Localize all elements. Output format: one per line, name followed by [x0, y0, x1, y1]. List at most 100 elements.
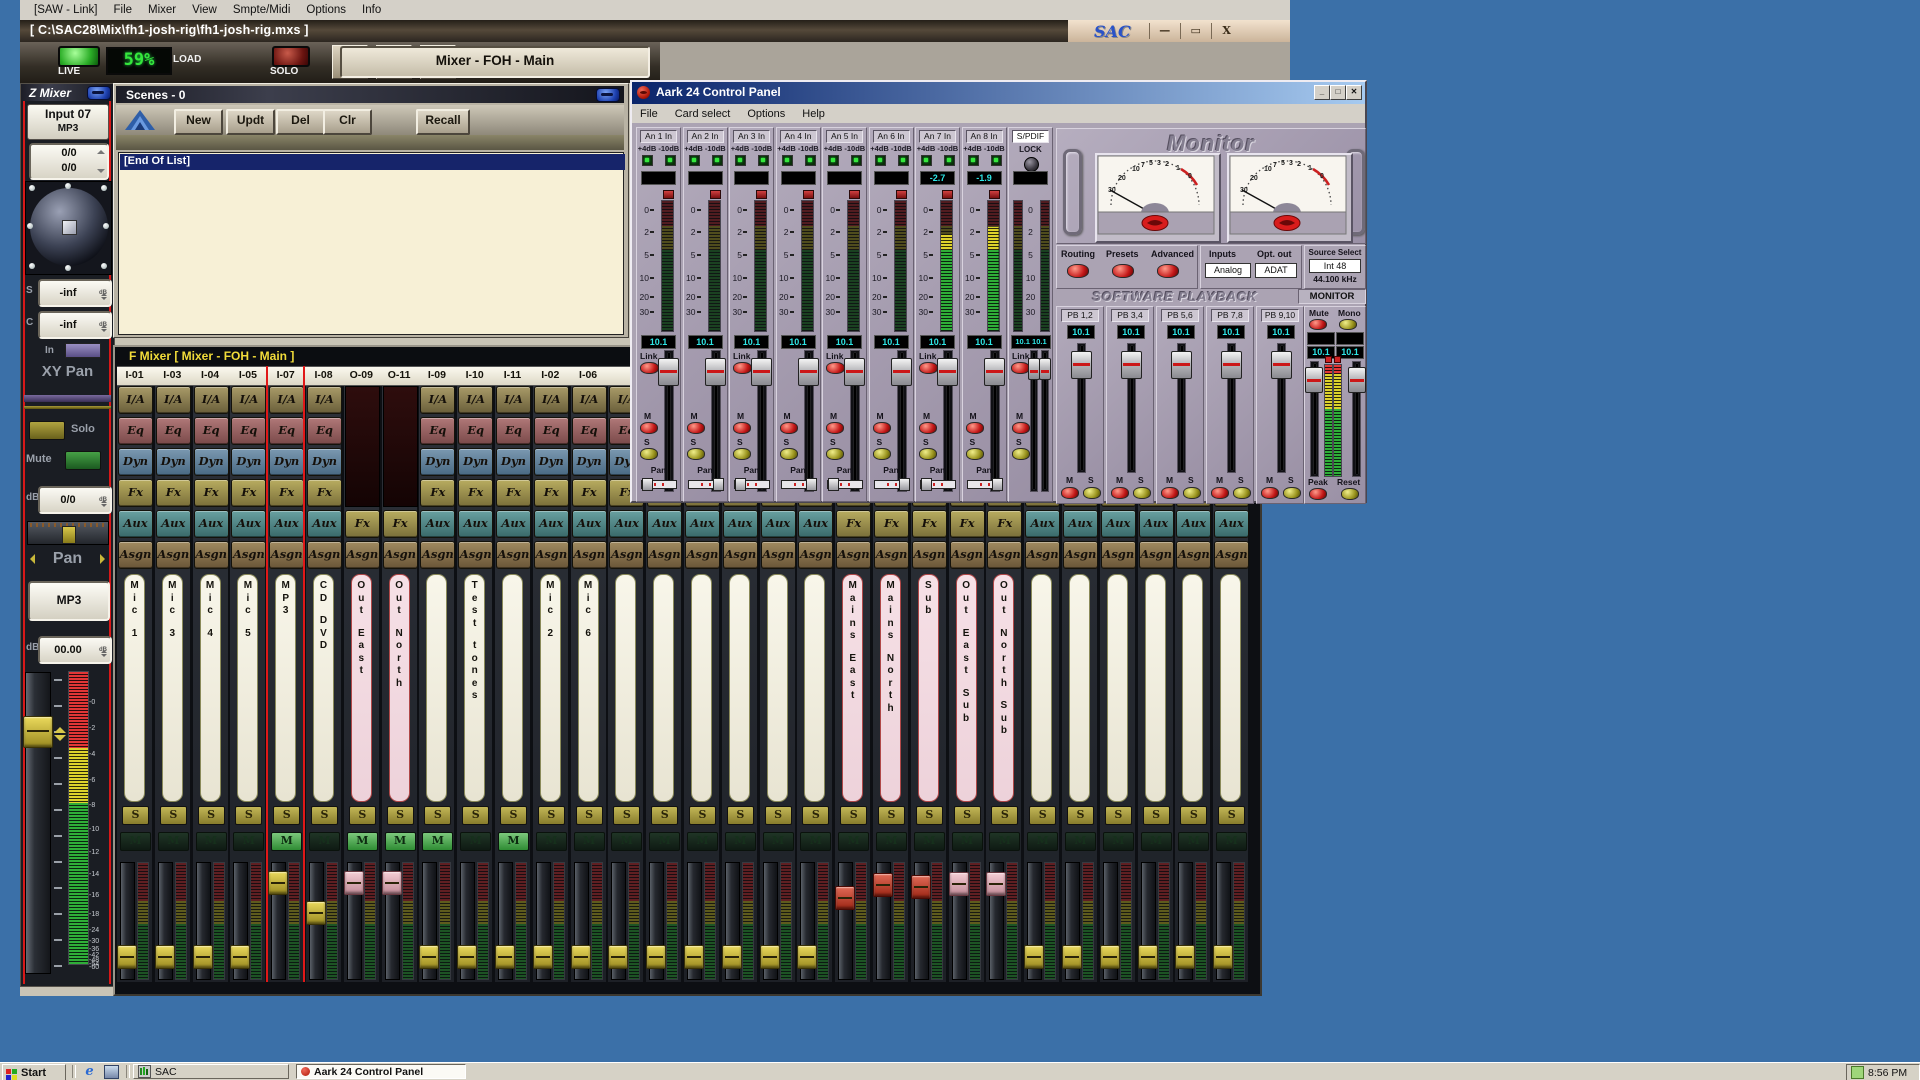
- solo-button[interactable]: [272, 46, 310, 67]
- fader-handle[interactable]: [23, 716, 53, 748]
- input-assign-button[interactable]: I/A: [118, 386, 153, 414]
- dynamics-button[interactable]: Dyn: [572, 448, 607, 476]
- menu-item-6[interactable]: Info: [354, 2, 389, 18]
- aark-menu-help[interactable]: Help: [800, 106, 834, 122]
- scenes-titlebar[interactable]: Scenes - 0: [116, 86, 624, 103]
- aux-send-button[interactable]: Aux: [1101, 510, 1136, 538]
- close-button[interactable]: X: [1211, 23, 1242, 39]
- menu-item-4[interactable]: Smpte/Midi: [225, 2, 299, 18]
- aux-send-button[interactable]: Aux: [458, 510, 493, 538]
- input-assign-button[interactable]: I/A: [269, 386, 304, 414]
- assign-button[interactable]: Asgn: [1101, 541, 1136, 569]
- dynamics-button[interactable]: Dyn: [420, 448, 455, 476]
- pan-slider[interactable]: [874, 480, 910, 489]
- scenes-update-button[interactable]: Updt: [226, 109, 275, 135]
- assign-button[interactable]: Asgn: [912, 541, 947, 569]
- menu-item-2[interactable]: Mixer: [140, 2, 184, 18]
- trim-led-plus4[interactable]: [782, 155, 793, 166]
- channel-solo-button[interactable]: S: [462, 806, 489, 825]
- spin-up-icon[interactable]: [101, 322, 107, 328]
- channel-mute-button[interactable]: M: [233, 832, 264, 851]
- pan-handle[interactable]: [899, 478, 910, 491]
- assign-button[interactable]: Asgn: [987, 541, 1022, 569]
- trim-led-minus10[interactable]: [805, 155, 816, 166]
- pan-slider[interactable]: [920, 480, 956, 489]
- fader-handle[interactable]: [986, 872, 1006, 896]
- mute-led[interactable]: [1061, 487, 1079, 499]
- source-select-value[interactable]: Int 48: [1309, 259, 1361, 273]
- spin-down-icon[interactable]: [97, 169, 105, 177]
- spin-down-icon[interactable]: [101, 504, 107, 510]
- mute-led[interactable]: [1261, 487, 1279, 499]
- pan-handle[interactable]: [828, 478, 839, 491]
- assign-button[interactable]: Asgn: [572, 541, 607, 569]
- xy-pan-pad[interactable]: [25, 181, 112, 275]
- scenes-delete-button[interactable]: Del: [276, 109, 325, 135]
- aux-send-button[interactable]: Aux: [647, 510, 682, 538]
- trim-led-minus10[interactable]: [991, 155, 1002, 166]
- link-led[interactable]: [733, 362, 752, 374]
- mute-led[interactable]: [780, 422, 798, 434]
- assign-button[interactable]: Asgn: [874, 541, 909, 569]
- mute-led[interactable]: [966, 422, 984, 434]
- mute-led[interactable]: [1111, 487, 1129, 499]
- channel-solo-button[interactable]: S: [349, 806, 376, 825]
- solo-led[interactable]: [687, 448, 705, 460]
- solo-led[interactable]: [826, 448, 844, 460]
- fader-handle[interactable]: [911, 875, 931, 899]
- aux-send-button[interactable]: Aux: [156, 510, 191, 538]
- eq-button[interactable]: Eq: [496, 417, 531, 445]
- input-assign-button[interactable]: I/A: [156, 386, 191, 414]
- channel-mute-button[interactable]: M: [271, 832, 302, 851]
- channel-solo-button[interactable]: S: [311, 806, 338, 825]
- aux-send-button[interactable]: Aux: [1139, 510, 1174, 538]
- channel-mute-button[interactable]: M: [989, 832, 1020, 851]
- assign-button[interactable]: Asgn: [534, 541, 569, 569]
- peak-reset-button[interactable]: [849, 190, 860, 199]
- fader-handle[interactable]: [1221, 351, 1242, 379]
- fader-handle[interactable]: [382, 871, 402, 895]
- pan-slider[interactable]: [967, 480, 1003, 489]
- channel-mute-button[interactable]: M: [196, 832, 227, 851]
- channel-mute-button[interactable]: M: [158, 832, 189, 851]
- fx-send-button[interactable]: Fx: [912, 510, 947, 538]
- assign-button[interactable]: Asgn: [496, 541, 531, 569]
- reset-led-button[interactable]: [1341, 488, 1359, 500]
- fader-handle[interactable]: [230, 945, 250, 969]
- fader-handle[interactable]: [1071, 351, 1092, 379]
- mute-led[interactable]: [873, 422, 891, 434]
- fader-handle[interactable]: [495, 945, 515, 969]
- input-assign-button[interactable]: I/A: [458, 386, 493, 414]
- launch-icon[interactable]: [104, 1065, 119, 1079]
- channel-mute-button[interactable]: M: [1103, 832, 1134, 851]
- task-button-aark[interactable]: Aark 24 Control Panel: [296, 1064, 466, 1079]
- channel-solo-button[interactable]: S: [424, 806, 451, 825]
- channel-mute-button[interactable]: M: [611, 832, 642, 851]
- pan-handle[interactable]: [713, 478, 724, 491]
- channel-mute-button[interactable]: M: [914, 832, 945, 851]
- fx-button[interactable]: Fx: [307, 479, 342, 507]
- fx-button[interactable]: Fx: [420, 479, 455, 507]
- fx-button[interactable]: Fx: [118, 479, 153, 507]
- trim-led-minus10[interactable]: [712, 155, 723, 166]
- dynamics-button[interactable]: Dyn: [534, 448, 569, 476]
- close-button[interactable]: ✕: [1346, 85, 1362, 100]
- fx-button[interactable]: Fx: [572, 479, 607, 507]
- channel-solo-button[interactable]: S: [765, 806, 792, 825]
- assign-button[interactable]: Asgn: [836, 541, 871, 569]
- fader-handle[interactable]: [1271, 351, 1292, 379]
- assign-button[interactable]: Asgn: [307, 541, 342, 569]
- assign-button[interactable]: Asgn: [1214, 541, 1249, 569]
- mute-led[interactable]: [1211, 487, 1229, 499]
- aux-send-button[interactable]: Aux: [420, 510, 455, 538]
- scenes-recall-button[interactable]: Recall: [416, 109, 470, 135]
- fader-handle[interactable]: [193, 945, 213, 969]
- channel-solo-button[interactable]: S: [916, 806, 943, 825]
- mono-led[interactable]: [1339, 319, 1357, 330]
- channel-mute-button[interactable]: M: [763, 832, 794, 851]
- live-button[interactable]: [58, 46, 100, 67]
- fader-handle[interactable]: [608, 945, 628, 969]
- peak-reset-button[interactable]: [803, 190, 814, 199]
- fader-handle[interactable]: [937, 358, 958, 386]
- aux-send-button[interactable]: Aux: [798, 510, 833, 538]
